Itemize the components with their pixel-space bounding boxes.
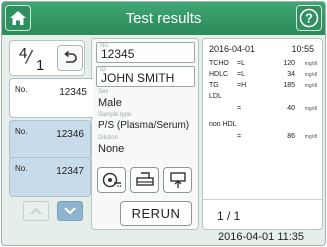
analyte-name: TG [209, 82, 219, 89]
printer-icon [135, 172, 154, 186]
print-button[interactable] [130, 167, 159, 193]
result-flag: =L [237, 71, 245, 78]
result-flag: =H [237, 82, 247, 89]
upload-icon [169, 172, 186, 188]
result-flag: =L [237, 60, 245, 67]
result-row: HDLC =L 34 mg/dl [209, 71, 317, 81]
sample-number: 12346 [56, 129, 84, 140]
back-button[interactable] [57, 45, 83, 71]
results-panel: 2016-04-01 10:55 TCHO =L 120 mg/dl HDLC … [202, 38, 323, 230]
result-value: 40 [287, 105, 295, 112]
sample-tab-12345[interactable]: No. 12345 [9, 78, 93, 118]
status-timestamp: 2016-04-01 11:35 [218, 231, 305, 243]
sex-label: Sex [98, 89, 109, 95]
sample-no-field-value: 12345 [101, 47, 135, 61]
home-button[interactable] [5, 5, 31, 31]
return-arrow-icon [64, 50, 77, 63]
result-value: 185 [283, 82, 295, 89]
home-icon [10, 11, 26, 25]
patient-id-value: JOHN SMITH [101, 71, 175, 85]
page-title: Test results [125, 10, 202, 27]
result-value: 86 [287, 133, 295, 140]
result-row: = 86 mg/dl [209, 133, 317, 143]
result-flag: = [237, 105, 242, 112]
result-counter: 4 / 1 [9, 40, 85, 76]
sample-no-label: No. [15, 85, 28, 94]
sex-value: Male [98, 97, 122, 109]
analyte-name: non HDL [209, 121, 237, 128]
counter-total: 1 [36, 57, 45, 74]
help-button[interactable]: ? [296, 5, 322, 31]
result-row: TG =H 185 mg/dl [209, 82, 317, 92]
result-row: non HDL [209, 121, 317, 131]
result-row: LDL [209, 93, 317, 103]
sample-no-field[interactable]: No. 12345 [96, 42, 195, 63]
result-row: = 40 mg/dl [209, 105, 317, 115]
sample-no-label: No. [15, 164, 28, 173]
svg-text:?: ? [305, 11, 313, 26]
help-icon: ? [299, 8, 319, 28]
results-divider [203, 199, 322, 200]
device-screen: Test results ? 4 / 1 No. 12345 No. 12346… [1, 1, 326, 246]
analyte-name: TCHO [209, 60, 229, 67]
sample-tab-12346[interactable]: No. 12346 [9, 120, 91, 160]
sample-tab-12347[interactable]: No. 12347 [9, 157, 91, 197]
result-value: 120 [283, 60, 295, 67]
result-value: 34 [287, 71, 295, 78]
result-time: 10:55 [291, 44, 314, 54]
rerun-button[interactable]: RERUN [120, 201, 192, 226]
sample-no-label: No. [15, 127, 28, 136]
analyte-name: LDL [209, 93, 222, 100]
result-unit: mg/dl [304, 134, 317, 140]
result-unit: mg/dl [304, 106, 317, 112]
sample-detail-panel: No. 12345 ID JOHN SMITH Sex Male Sample … [91, 38, 199, 230]
dilution-value: None [98, 143, 125, 155]
result-flag: = [237, 133, 242, 140]
scroll-up-button[interactable] [23, 201, 49, 221]
result-date: 2016-04-01 [209, 44, 256, 54]
sample-number: 12347 [56, 166, 84, 177]
analyte-name: HDLC [209, 71, 229, 78]
result-unit: mg/dl [304, 61, 317, 67]
dilution-label: Dilution [98, 135, 119, 141]
header-bar: Test results ? [2, 2, 325, 35]
upload-button[interactable] [163, 167, 192, 193]
chevron-up-icon [30, 207, 42, 215]
result-unit: mg/dl [304, 83, 317, 89]
result-row: TCHO =L 120 mg/dl [209, 60, 317, 70]
page-indicator: 1 / 1 [217, 209, 241, 223]
sample-type-label: Sample type [98, 112, 132, 118]
card-reader-icon [102, 172, 121, 188]
patient-id-field[interactable]: ID JOHN SMITH [96, 66, 195, 87]
scroll-down-button[interactable] [57, 201, 83, 221]
chevron-down-icon [64, 207, 76, 215]
sample-type-value: P/S (Plasma/Serum) [98, 120, 190, 131]
result-unit: mg/dl [304, 72, 317, 78]
card-reader-button[interactable] [97, 167, 126, 193]
sample-number: 12345 [59, 87, 87, 98]
